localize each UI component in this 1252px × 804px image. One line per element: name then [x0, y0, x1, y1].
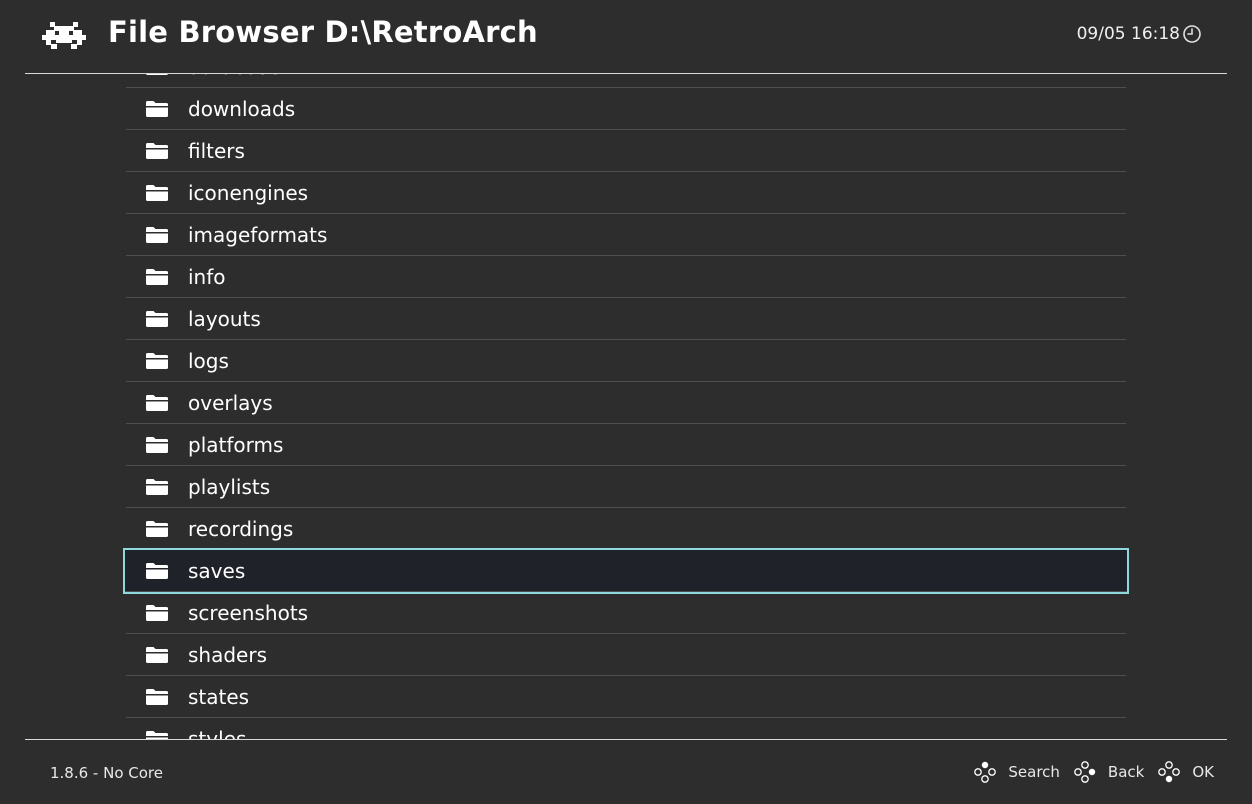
folder-icon: [145, 394, 169, 412]
folder-icon: [145, 310, 169, 328]
folder-icon: [145, 478, 169, 496]
clock: 09/05 16:18: [1077, 24, 1202, 44]
list-item-selected[interactable]: saves: [123, 548, 1129, 594]
header: File Browser D:\RetroArch 09/05 16:18: [0, 0, 1252, 73]
back-label: Back: [1107, 763, 1145, 781]
list-item[interactable]: styles: [126, 718, 1126, 739]
list-item-label: downloads: [188, 97, 296, 121]
version-label: 1.8.6 - No Core: [50, 764, 163, 782]
list-item[interactable]: overlays: [126, 382, 1126, 424]
list-item-label: layouts: [188, 307, 261, 331]
list-item-label: platforms: [188, 433, 284, 457]
list-item-label: database: [188, 74, 281, 79]
footer-controls: Search Back OK: [974, 761, 1214, 783]
gamepad-face-bottom-icon: [1158, 761, 1181, 783]
folder-icon: [145, 268, 169, 286]
folder-icon: [145, 352, 169, 370]
list-item[interactable]: iconengines: [126, 172, 1126, 214]
list-item-label: saves: [188, 559, 246, 583]
list-item-label: styles: [188, 727, 247, 739]
search-label: Search: [1008, 763, 1060, 781]
list-item-label: overlays: [188, 391, 273, 415]
list-item-label: iconengines: [188, 181, 309, 205]
list-item-label: logs: [188, 349, 229, 373]
gamepad-face-right-icon: [1074, 761, 1096, 783]
list-item-label: states: [188, 685, 250, 709]
list-item[interactable]: screenshots: [126, 592, 1126, 634]
list-item-label: imageformats: [188, 223, 328, 247]
list-item-label: shaders: [188, 643, 267, 667]
list-item-label: filters: [188, 139, 245, 163]
list-item[interactable]: downloads: [126, 88, 1126, 130]
back-control[interactable]: Back: [1074, 761, 1144, 783]
list-item[interactable]: layouts: [126, 298, 1126, 340]
footer: 1.8.6 - No Core Search Back OK: [0, 740, 1252, 804]
folder-icon: [145, 100, 169, 118]
folder-icon: [145, 604, 169, 622]
folder-icon: [145, 520, 169, 538]
folder-icon: [145, 562, 169, 580]
list-item[interactable]: database: [126, 74, 1126, 88]
clock-text: 09/05 16:18: [1076, 24, 1180, 44]
folder-icon: [145, 730, 169, 739]
folder-icon: [145, 184, 169, 202]
ok-control[interactable]: OK: [1158, 761, 1214, 783]
list-item[interactable]: states: [126, 676, 1126, 718]
list-item-label: screenshots: [188, 601, 309, 625]
clock-icon: [1183, 25, 1201, 43]
search-control[interactable]: Search: [974, 761, 1060, 783]
file-list[interactable]: database downloads filters iconengines image…: [0, 74, 1252, 739]
folder-icon: [145, 646, 169, 664]
list-item[interactable]: imageformats: [126, 214, 1126, 256]
gamepad-face-top-icon: [974, 761, 997, 783]
list-item-label: recordings: [188, 517, 294, 541]
folder-icon: [145, 74, 169, 76]
list-item-label: playlists: [188, 475, 271, 499]
list-item[interactable]: recordings: [126, 508, 1126, 550]
retroarch-logo-icon: [42, 22, 86, 49]
folder-icon: [145, 142, 169, 160]
list-item[interactable]: info: [126, 256, 1126, 298]
folder-icon: [145, 436, 169, 454]
list-item[interactable]: shaders: [126, 634, 1126, 676]
folder-icon: [145, 226, 169, 244]
ok-label: OK: [1192, 763, 1214, 781]
page-title: File Browser D:\RetroArch: [108, 15, 538, 49]
list-item-label: info: [188, 265, 226, 289]
list-item[interactable]: logs: [126, 340, 1126, 382]
list-item[interactable]: platforms: [126, 424, 1126, 466]
list-item[interactable]: playlists: [126, 466, 1126, 508]
folder-icon: [145, 688, 169, 706]
list-item[interactable]: filters: [126, 130, 1126, 172]
